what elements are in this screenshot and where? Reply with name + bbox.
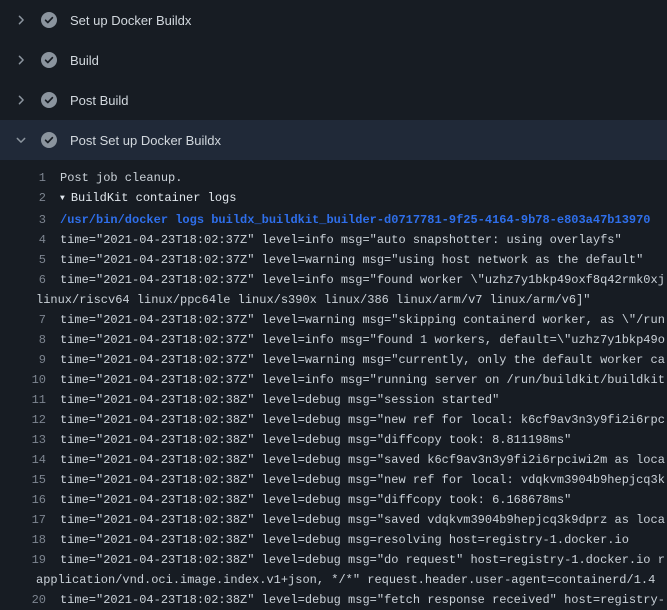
line-number[interactable]: 13	[0, 430, 60, 450]
line-number[interactable]: 7	[0, 310, 60, 330]
log-line: 17time="2021-04-23T18:02:38Z" level=debu…	[0, 510, 667, 530]
log-text: time="2021-04-23T18:02:38Z" level=debug …	[60, 550, 665, 570]
log-line: 11time="2021-04-23T18:02:38Z" level=debu…	[0, 390, 667, 410]
log-line: 15time="2021-04-23T18:02:38Z" level=debu…	[0, 470, 667, 490]
line-number[interactable]: 9	[0, 350, 60, 370]
check-circle-icon	[41, 12, 57, 28]
log-command[interactable]: /usr/bin/docker logs buildx_buildkit_bui…	[60, 210, 651, 230]
line-number[interactable]: 6	[0, 270, 60, 290]
log-text: time="2021-04-23T18:02:38Z" level=debug …	[60, 490, 571, 510]
log-text: time="2021-04-23T18:02:38Z" level=debug …	[60, 390, 499, 410]
log-line: 10time="2021-04-23T18:02:37Z" level=info…	[0, 370, 667, 390]
step-title: Set up Docker Buildx	[70, 13, 191, 28]
log-panel[interactable]: 1Post job cleanup.2▼BuildKit container l…	[0, 160, 667, 610]
check-circle-icon	[41, 92, 57, 108]
log-line: 14time="2021-04-23T18:02:38Z" level=debu…	[0, 450, 667, 470]
log-text: time="2021-04-23T18:02:37Z" level=warnin…	[60, 310, 665, 330]
log-line: application/vnd.oci.image.index.v1+json,…	[0, 570, 667, 590]
line-number[interactable]: 11	[0, 390, 60, 410]
line-number[interactable]: 12	[0, 410, 60, 430]
chevron-right-icon	[14, 13, 28, 27]
log-line: 1Post job cleanup.	[0, 168, 667, 188]
line-number[interactable]: 2	[0, 188, 60, 210]
log-line: 19time="2021-04-23T18:02:38Z" level=debu…	[0, 550, 667, 570]
line-number[interactable]: 4	[0, 230, 60, 250]
actions-log-viewer: { "colors": { "background": "#171c23", "…	[0, 0, 667, 600]
log-line: 3/usr/bin/docker logs buildx_buildkit_bu…	[0, 210, 667, 230]
log-line: 6time="2021-04-23T18:02:37Z" level=info …	[0, 270, 667, 290]
log-text: time="2021-04-23T18:02:37Z" level=info m…	[60, 230, 622, 250]
log-text: application/vnd.oci.image.index.v1+json,…	[36, 570, 655, 590]
step-header[interactable]: Post Set up Docker Buildx	[0, 120, 667, 160]
log-text: time="2021-04-23T18:02:37Z" level=warnin…	[60, 250, 643, 270]
log-text: time="2021-04-23T18:02:38Z" level=debug …	[60, 410, 665, 430]
line-number	[0, 290, 36, 310]
log-line: 2▼BuildKit container logs	[0, 188, 667, 210]
step-title: Post Build	[70, 93, 129, 108]
log-text: linux/riscv64 linux/ppc64le linux/s390x …	[36, 290, 591, 310]
log-text: time="2021-04-23T18:02:38Z" level=debug …	[60, 470, 665, 490]
log-line: 12time="2021-04-23T18:02:38Z" level=debu…	[0, 410, 667, 430]
log-text: time="2021-04-23T18:02:37Z" level=info m…	[60, 270, 665, 290]
log-line: 16time="2021-04-23T18:02:38Z" level=debu…	[0, 490, 667, 510]
line-number	[0, 570, 36, 590]
chevron-right-icon	[14, 53, 28, 67]
log-line: 13time="2021-04-23T18:02:38Z" level=debu…	[0, 430, 667, 450]
step-header[interactable]: Post Build	[0, 80, 667, 120]
log-text: time="2021-04-23T18:02:38Z" level=debug …	[60, 450, 665, 470]
step-header[interactable]: Set up Docker Buildx	[0, 0, 667, 40]
log-line: 8time="2021-04-23T18:02:37Z" level=info …	[0, 330, 667, 350]
triangle-down-icon: ▼	[60, 189, 65, 209]
steps-list: Set up Docker Buildx Build Post Build Post …	[0, 0, 667, 160]
step-header[interactable]: Build	[0, 40, 667, 80]
line-number[interactable]: 10	[0, 370, 60, 390]
log-line: 20time="2021-04-23T18:02:38Z" level=debu…	[0, 590, 667, 610]
log-text: time="2021-04-23T18:02:38Z" level=debug …	[60, 430, 571, 450]
line-number[interactable]: 1	[0, 168, 60, 188]
line-number[interactable]: 19	[0, 550, 60, 570]
log-text: time="2021-04-23T18:02:37Z" level=info m…	[60, 330, 665, 350]
log-line: 5time="2021-04-23T18:02:37Z" level=warni…	[0, 250, 667, 270]
log-text: time="2021-04-23T18:02:38Z" level=debug …	[60, 530, 629, 550]
check-circle-icon	[41, 132, 57, 148]
log-line: linux/riscv64 linux/ppc64le linux/s390x …	[0, 290, 667, 310]
log-text: Post job cleanup.	[60, 168, 182, 188]
line-number[interactable]: 15	[0, 470, 60, 490]
chevron-down-icon	[14, 133, 28, 147]
step-title: Post Set up Docker Buildx	[70, 133, 221, 148]
step-title: Build	[70, 53, 99, 68]
log-line: 9time="2021-04-23T18:02:37Z" level=warni…	[0, 350, 667, 370]
log-line: 7time="2021-04-23T18:02:37Z" level=warni…	[0, 310, 667, 330]
line-number[interactable]: 16	[0, 490, 60, 510]
chevron-right-icon	[14, 93, 28, 107]
line-number[interactable]: 18	[0, 530, 60, 550]
line-number[interactable]: 14	[0, 450, 60, 470]
line-number[interactable]: 3	[0, 210, 60, 230]
log-line: 4time="2021-04-23T18:02:37Z" level=info …	[0, 230, 667, 250]
log-text: time="2021-04-23T18:02:38Z" level=debug …	[60, 590, 665, 610]
line-number[interactable]: 8	[0, 330, 60, 350]
check-circle-icon	[41, 52, 57, 68]
log-line: 18time="2021-04-23T18:02:38Z" level=debu…	[0, 530, 667, 550]
log-text: time="2021-04-23T18:02:37Z" level=warnin…	[60, 350, 665, 370]
log-group-toggle[interactable]: ▼BuildKit container logs	[60, 188, 236, 210]
log-text: time="2021-04-23T18:02:37Z" level=info m…	[60, 370, 665, 390]
line-number[interactable]: 5	[0, 250, 60, 270]
line-number[interactable]: 17	[0, 510, 60, 530]
line-number[interactable]: 20	[0, 590, 60, 610]
log-text: time="2021-04-23T18:02:38Z" level=debug …	[60, 510, 665, 530]
